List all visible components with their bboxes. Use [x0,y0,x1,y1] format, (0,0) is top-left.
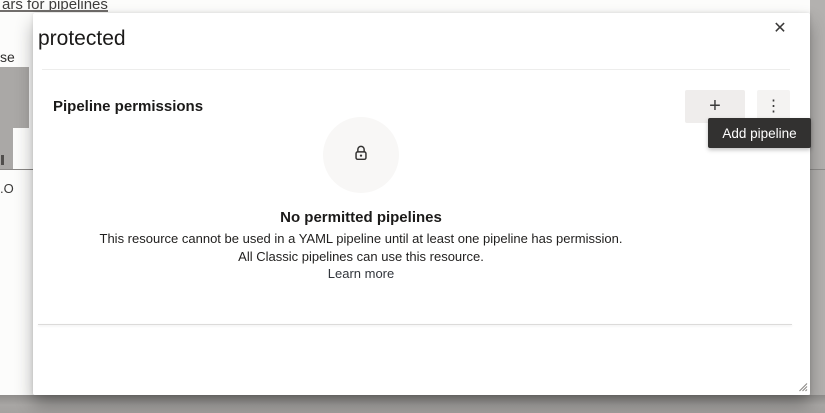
add-pipeline-tooltip: Add pipeline [708,118,811,148]
background-text-fragment: se [0,49,15,65]
learn-more-link[interactable]: Learn more [328,265,394,283]
close-icon: ✕ [773,18,786,38]
background-overlay [810,0,825,413]
empty-state-icon-circle [323,117,399,193]
background-panel [0,67,29,128]
empty-state-title: No permitted pipelines [38,209,684,226]
title-divider [42,69,790,70]
background-divider [0,169,33,170]
section-heading: Pipeline permissions [53,98,203,115]
empty-state-line1: This resource cannot be used in a YAML p… [38,230,684,248]
background-divider [810,169,825,170]
background-mark [1,155,4,165]
background-overlay [0,395,825,413]
resize-grip-icon[interactable] [796,379,808,391]
panel-title: protected [38,27,126,51]
empty-state: No permitted pipelines This resource can… [38,117,684,283]
content-footer-divider [38,324,792,325]
screen: ars for pipelines se .O protected ✕ Pipe… [0,0,825,413]
plus-icon: + [709,95,721,118]
lock-icon [352,144,370,167]
background-text-fragment: .O [0,181,14,196]
background-divider [0,10,108,12]
tooltip-label: Add pipeline [722,126,796,141]
empty-state-line2: All Classic pipelines can use this resou… [38,248,684,266]
kebab-menu-icon: ⋮ [766,96,782,116]
pipeline-permissions-panel: protected ✕ Pipeline permissions + ⋮ Add… [33,13,810,395]
close-button[interactable]: ✕ [764,13,796,43]
